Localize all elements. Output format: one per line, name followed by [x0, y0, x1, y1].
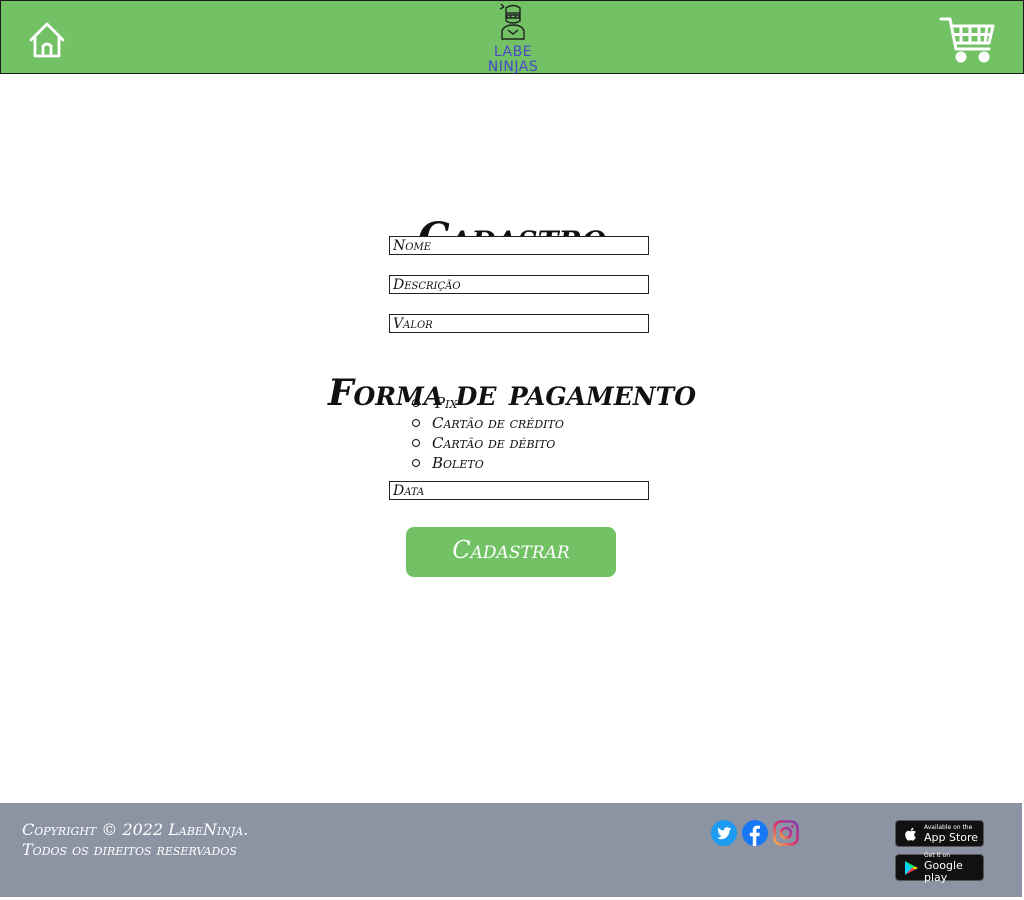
- app-store-big-text: App Store: [924, 831, 979, 844]
- radio-circle-icon: [412, 459, 420, 467]
- social-links: [711, 820, 799, 846]
- payment-option-label: Boleto: [432, 454, 484, 472]
- payment-option-debit-card[interactable]: Cartão de débito: [412, 433, 564, 453]
- cadastrar-button[interactable]: Cadastrar: [406, 527, 616, 577]
- google-play-badge[interactable]: Get it on Google play: [895, 852, 984, 884]
- labeninjas-logo[interactable]: LABE NINJAS: [479, 3, 547, 75]
- payment-option-boleto[interactable]: Boleto: [412, 453, 564, 473]
- payment-option-label: Pix: [435, 394, 458, 412]
- top-nav-bar: LABE NINJAS: [0, 0, 1024, 75]
- nome-input[interactable]: [389, 236, 649, 255]
- apple-icon: [905, 827, 916, 841]
- radio-circle-icon: [412, 439, 420, 447]
- payment-options-list: Pix Cartão de crédito Cartão de débito B…: [412, 393, 564, 473]
- payment-option-credit-card[interactable]: Cartão de crédito: [412, 413, 564, 433]
- radio-circle-icon: [412, 419, 420, 427]
- footer: Copyright © 2022 LabeNinja. Todos os dir…: [0, 803, 1022, 897]
- shopping-cart-icon: [939, 17, 995, 63]
- payment-option-pix[interactable]: Pix: [412, 393, 564, 413]
- logo-text-labe: LABE: [493, 44, 533, 60]
- ninja-mascot-icon: [499, 3, 525, 40]
- cart-button[interactable]: [939, 15, 997, 65]
- radio-circle-icon: [412, 399, 420, 407]
- logo-text-ninjas: NINJAS: [487, 59, 539, 75]
- twitter-icon[interactable]: [711, 820, 737, 846]
- instagram-icon[interactable]: [773, 820, 799, 846]
- home-button[interactable]: [27, 20, 67, 60]
- google-play-big-text: Google play: [924, 859, 963, 884]
- descricao-input[interactable]: [389, 275, 649, 294]
- app-store-badge[interactable]: Available on the App Store: [895, 820, 984, 847]
- google-play-icon: [905, 860, 918, 875]
- rights-line: Todos os direitos reservados: [22, 840, 237, 859]
- home-icon: [29, 22, 65, 58]
- copyright-line: Copyright © 2022 LabeNinja.: [22, 820, 249, 839]
- copyright-text: Copyright © 2022 LabeNinja. Todos os dir…: [22, 820, 248, 860]
- payment-option-label: Cartão de débito: [432, 434, 556, 452]
- data-input[interactable]: [389, 481, 649, 500]
- valor-input[interactable]: [389, 314, 649, 333]
- facebook-icon[interactable]: [742, 820, 768, 846]
- payment-option-label: Cartão de crédito: [432, 414, 564, 432]
